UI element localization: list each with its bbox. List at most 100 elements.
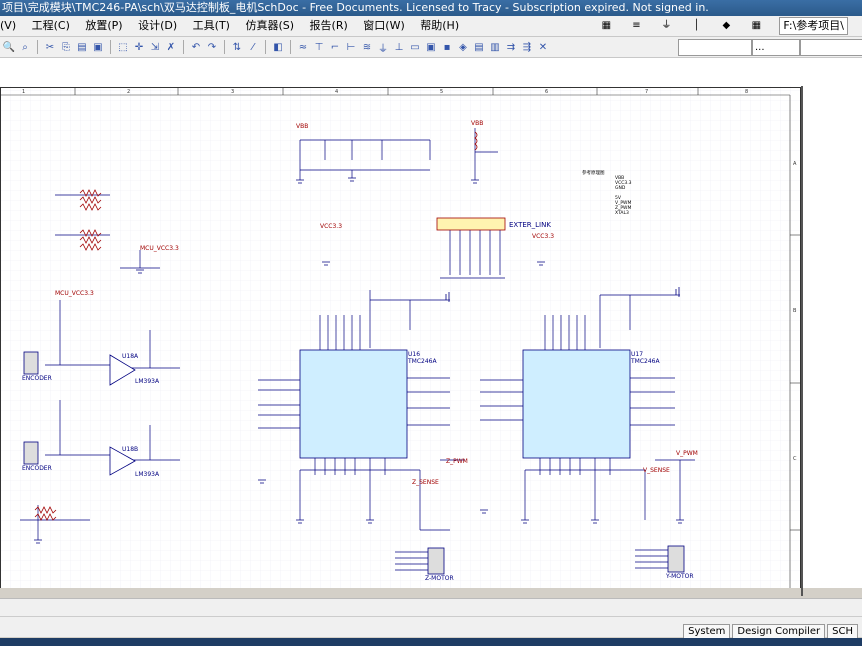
row-b: B <box>793 308 797 314</box>
sheet-edge <box>801 86 803 596</box>
net-z-pwm: Z_PWM <box>446 458 468 465</box>
sheet-symbol-icon[interactable]: ▣ <box>424 40 438 54</box>
y-motor-connector[interactable] <box>667 545 685 573</box>
menu-tools[interactable]: 工具(T) <box>193 19 230 32</box>
status-bar <box>0 598 862 617</box>
grid-icon[interactable]: ▦ <box>749 19 763 33</box>
encoder-connector-2[interactable] <box>23 441 39 465</box>
net-v-sense: V_SENSE <box>643 467 670 474</box>
z-motor-label: Z-MOTOR <box>425 575 454 582</box>
menu-simulator[interactable]: 仿真器(S) <box>245 19 294 32</box>
row-c: C <box>793 456 797 462</box>
port-place-icon[interactable]: ⇉ <box>504 40 518 54</box>
encoder-connector-1[interactable] <box>23 351 39 375</box>
net-z-sense: Z_SENSE <box>412 479 439 486</box>
menu-reports[interactable]: 报告(R) <box>310 19 348 32</box>
chip-u16-label: TMC246A <box>407 358 437 365</box>
net-vbb-2: VBB <box>471 120 483 127</box>
part-icon[interactable]: ▭ <box>408 40 422 54</box>
net-v-pwm: V_PWM <box>676 450 698 457</box>
bus-entry-icon[interactable]: ⌐ <box>328 40 342 54</box>
filter-icon[interactable]: ◧ <box>271 40 285 54</box>
menu-project[interactable]: 工程(C) <box>32 19 70 32</box>
harness-icon[interactable]: ▤ <box>472 40 486 54</box>
align-icon[interactable]: ≡ <box>629 19 643 33</box>
cross-probe-icon[interactable]: ⁄ <box>246 40 260 54</box>
combo-2[interactable]: ... <box>752 39 800 56</box>
net-icon[interactable]: ≋ <box>360 40 374 54</box>
col-2: 2 <box>127 89 130 95</box>
undo-icon[interactable]: ↶ <box>189 40 203 54</box>
note-line-3: GND <box>615 185 626 191</box>
schematic-svg: 1 2 3 4 5 6 7 8 A B C EXTER_LINK U16 TMC… <box>0 58 862 596</box>
redo-icon[interactable]: ↷ <box>205 40 219 54</box>
col-4: 4 <box>335 89 338 95</box>
row-a: A <box>793 161 797 167</box>
menu-design[interactable]: 设计(D) <box>138 19 177 32</box>
encoder-label-2: ENCODER <box>22 465 52 472</box>
hierarchy-icon[interactable]: ⇅ <box>230 40 244 54</box>
rubber-stamp-icon[interactable]: ▣ <box>91 40 105 54</box>
opamp-2-ref: U18B <box>122 446 138 453</box>
chart-icon[interactable]: ▦ <box>599 19 613 33</box>
harness-entry-icon[interactable]: ▥ <box>488 40 502 54</box>
combo-1[interactable] <box>678 39 752 56</box>
chip-u17-ref: U17 <box>631 351 643 358</box>
device-sheet-icon[interactable]: ◈ <box>456 40 470 54</box>
net-label-icon[interactable]: ⊢ <box>344 40 358 54</box>
vcc-port-icon[interactable]: ⊥ <box>392 40 406 54</box>
window-title: 项目\完成模块\TMC246-PA\sch\双马达控制板_电机SchDoc - … <box>0 0 862 16</box>
net-vcc-1: VCC3.3 <box>320 223 342 230</box>
col-1: 1 <box>22 89 25 95</box>
port-icon[interactable]: ◆ <box>719 19 733 33</box>
sheet-entry-icon[interactable]: ▪ <box>440 40 454 54</box>
chip-u16-ref: U16 <box>408 351 420 358</box>
net-mcu-2: MCU_VCC3.3 <box>55 290 94 297</box>
bus-icon[interactable]: ⊤ <box>312 40 326 54</box>
select-mode-icon[interactable]: ⇲ <box>148 40 162 54</box>
chip-u17-label: TMC246A <box>630 358 660 365</box>
net-vcc-2: VCC3.3 <box>532 233 554 240</box>
z-motor-connector[interactable] <box>427 547 445 575</box>
col-6: 6 <box>545 89 548 95</box>
menu-help[interactable]: 帮助(H) <box>420 19 459 32</box>
paste-icon[interactable]: ▤ <box>75 40 89 54</box>
note-line-7: XTAL3 <box>615 210 629 216</box>
move-icon[interactable]: ✛ <box>132 40 146 54</box>
deselect-icon[interactable]: ✗ <box>164 40 178 54</box>
menu-right-tools: ▦ ≡ ⏚ │ ◆ ▦ F:\参考项目\ <box>599 16 862 36</box>
zoom-icon[interactable]: 🔍 <box>2 40 16 54</box>
wire-icon[interactable]: ≈ <box>296 40 310 54</box>
encoder-label-1: ENCODER <box>22 375 52 382</box>
schematic-canvas[interactable]: 1 2 3 4 5 6 7 8 A B C EXTER_LINK U16 TMC… <box>0 58 862 596</box>
no-erc-icon[interactable]: ✕ <box>536 40 550 54</box>
gnd-port-icon[interactable]: ⏚ <box>376 40 390 55</box>
pin-icon[interactable]: │ <box>689 19 703 33</box>
select-icon[interactable]: ⬚ <box>116 40 130 54</box>
col-7: 7 <box>645 89 648 95</box>
ground-icon[interactable]: ⏚ <box>659 19 673 33</box>
chip-u17[interactable] <box>522 349 631 459</box>
copy-icon[interactable]: ⎘ <box>59 40 73 54</box>
os-taskbar <box>0 638 862 646</box>
opamp-1-part: LM393A <box>135 378 160 385</box>
cut-icon[interactable]: ✂ <box>43 40 57 54</box>
zoom-area-icon[interactable]: ⌕ <box>18 40 32 54</box>
net-mcu-1: MCU_VCC3.3 <box>140 245 179 252</box>
path-box[interactable]: F:\参考项目\ <box>779 17 848 35</box>
directive-icon[interactable]: ⇶ <box>520 40 534 54</box>
chip-u16[interactable] <box>299 349 408 459</box>
tab-design-compiler[interactable]: Design Compiler <box>732 624 826 639</box>
net-vbb-1: VBB <box>296 123 308 130</box>
col-8: 8 <box>745 89 748 95</box>
exter-link-header[interactable] <box>436 217 506 231</box>
tab-system[interactable]: System <box>683 624 731 639</box>
panel-tabs: System Design Compiler SCH <box>681 624 858 639</box>
menu-view[interactable]: (V) <box>0 19 16 32</box>
menu-place[interactable]: 放置(P) <box>85 19 122 32</box>
col-5: 5 <box>440 89 443 95</box>
tab-sch[interactable]: SCH <box>827 624 858 639</box>
opamp-2-part: LM393A <box>135 471 160 478</box>
menu-window[interactable]: 窗口(W) <box>363 19 404 32</box>
combo-3[interactable] <box>800 39 862 56</box>
